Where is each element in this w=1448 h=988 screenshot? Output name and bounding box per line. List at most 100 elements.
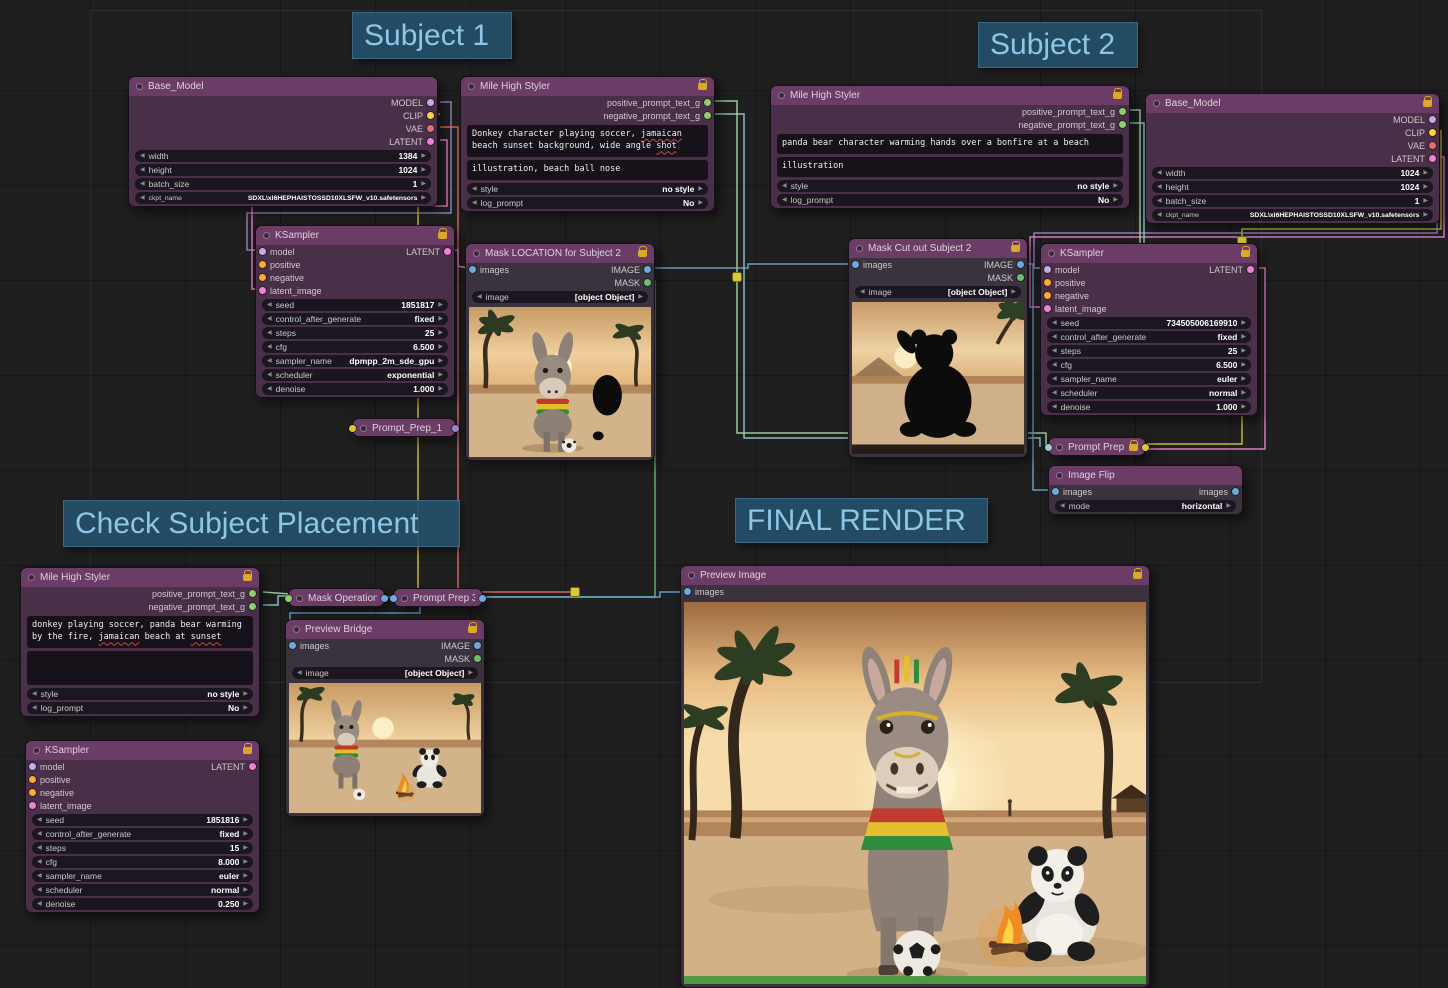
output-slot-LATENT[interactable]: LATENT xyxy=(406,247,451,257)
input-slot-positive[interactable]: positive xyxy=(29,775,71,785)
widget-left-arrow-icon[interactable]: ◀ xyxy=(37,845,42,851)
output-dot-icon[interactable] xyxy=(1232,488,1239,495)
output-slot-VAE[interactable]: VAE xyxy=(406,124,434,134)
input-slot-images[interactable]: images xyxy=(1052,487,1092,497)
collapse-toggle-icon[interactable] xyxy=(778,92,785,99)
input-slot-images[interactable]: images xyxy=(852,260,892,270)
widget-height[interactable]: ◀height1024▶ xyxy=(135,164,431,176)
collapse-toggle-icon[interactable] xyxy=(293,626,300,633)
widget-right-arrow-icon[interactable]: ▶ xyxy=(243,691,248,697)
widget-left-arrow-icon[interactable]: ◀ xyxy=(1052,390,1057,396)
widget-right-arrow-icon[interactable]: ▶ xyxy=(243,817,248,823)
collapse-toggle-icon[interactable] xyxy=(33,747,40,754)
widget-steps[interactable]: ◀steps25▶ xyxy=(1047,345,1251,357)
node-prompt-prep-3[interactable]: Prompt Prep 3 xyxy=(393,588,483,607)
output-slot-negative_prompt_text_g[interactable]: negative_prompt_text_g xyxy=(148,602,256,612)
widget-mode[interactable]: ◀modehorizontal▶ xyxy=(1055,500,1236,512)
input-dot-icon[interactable] xyxy=(29,789,36,796)
prompt-textarea[interactable] xyxy=(27,651,253,685)
input-dot-icon[interactable] xyxy=(1044,305,1051,312)
input-slot-model[interactable]: model xyxy=(29,762,65,772)
widget-right-arrow-icon[interactable]: ▶ xyxy=(1241,348,1246,354)
prompt-textarea[interactable]: donkey playing soccer, panda bear warmin… xyxy=(27,616,253,648)
node-header[interactable]: Prompt_Prep_1 xyxy=(353,419,455,438)
widget-sampler_name[interactable]: ◀sampler_nameeuler▶ xyxy=(1047,373,1251,385)
widget-log_prompt[interactable]: ◀log_promptNo▶ xyxy=(777,194,1123,206)
input-dot-icon[interactable] xyxy=(259,287,266,294)
group-title-subject-1[interactable]: Subject 1 xyxy=(352,12,512,59)
widget-denoise[interactable]: ◀denoise1.000▶ xyxy=(1047,401,1251,413)
node-styler-3[interactable]: Mile High Stylerpositive_prompt_text_gne… xyxy=(20,567,260,717)
widget-right-arrow-icon[interactable]: ▶ xyxy=(438,358,443,364)
widget-control_after_generate[interactable]: ◀control_after_generatefixed▶ xyxy=(1047,331,1251,343)
widget-scheduler[interactable]: ◀schedulernormal▶ xyxy=(32,884,253,896)
input-slot-model[interactable]: model xyxy=(1044,265,1080,275)
node-header[interactable]: KSampler xyxy=(256,226,454,245)
input-slot-positive[interactable]: positive xyxy=(259,260,301,270)
collapse-toggle-icon[interactable] xyxy=(1153,100,1160,107)
widget-left-arrow-icon[interactable]: ◀ xyxy=(1157,212,1162,218)
widget-right-arrow-icon[interactable]: ▶ xyxy=(1423,212,1428,218)
widget-left-arrow-icon[interactable]: ◀ xyxy=(1052,362,1057,368)
widget-steps[interactable]: ◀steps15▶ xyxy=(32,842,253,854)
input-slot-images[interactable]: images xyxy=(684,587,724,597)
widget-right-arrow-icon[interactable]: ▶ xyxy=(438,386,443,392)
widget-right-arrow-icon[interactable]: ▶ xyxy=(1241,362,1246,368)
output-slot-LATENT[interactable]: LATENT xyxy=(1209,265,1254,275)
widget-left-arrow-icon[interactable]: ◀ xyxy=(860,289,865,295)
widget-right-arrow-icon[interactable]: ▶ xyxy=(243,901,248,907)
collapse-toggle-icon[interactable] xyxy=(1048,250,1055,257)
output-dot-icon[interactable] xyxy=(1429,116,1436,123)
output-slot-positive_prompt_text_g[interactable]: positive_prompt_text_g xyxy=(1022,107,1126,117)
node-styler-1[interactable]: Mile High Stylerpositive_prompt_text_gne… xyxy=(460,76,715,212)
reroute-node[interactable] xyxy=(733,273,742,282)
output-dot-icon[interactable] xyxy=(427,112,434,119)
output-dot-icon[interactable] xyxy=(1119,121,1126,128)
widget-right-arrow-icon[interactable]: ▶ xyxy=(468,670,473,676)
collapse-toggle-icon[interactable] xyxy=(296,595,303,602)
lock-icon[interactable] xyxy=(638,250,647,257)
node-ksampler-2[interactable]: KSamplermodelLATENTpositivenegativelaten… xyxy=(1040,243,1258,416)
output-dot-icon[interactable] xyxy=(249,590,256,597)
node-header[interactable]: Mile High Styler xyxy=(771,86,1129,105)
widget-steps[interactable]: ◀steps25▶ xyxy=(262,327,448,339)
widget-right-arrow-icon[interactable]: ▶ xyxy=(1423,170,1428,176)
output-dot-icon[interactable] xyxy=(427,125,434,132)
widget-scheduler[interactable]: ◀schedulernormal▶ xyxy=(1047,387,1251,399)
widget-right-arrow-icon[interactable]: ▶ xyxy=(1241,390,1246,396)
widget-right-arrow-icon[interactable]: ▶ xyxy=(243,831,248,837)
widget-left-arrow-icon[interactable]: ◀ xyxy=(140,195,145,201)
output-slot-positive_prompt_text_g[interactable]: positive_prompt_text_g xyxy=(607,98,711,108)
widget-right-arrow-icon[interactable]: ▶ xyxy=(421,181,426,187)
input-dot-icon[interactable] xyxy=(1052,488,1059,495)
widget-left-arrow-icon[interactable]: ◀ xyxy=(472,186,477,192)
prompt-textarea[interactable]: Donkey character playing soccer, jamaica… xyxy=(467,125,708,157)
right-slot-dot[interactable] xyxy=(452,425,459,432)
widget-left-arrow-icon[interactable]: ◀ xyxy=(140,153,145,159)
lock-icon[interactable] xyxy=(1133,572,1142,579)
widget-left-arrow-icon[interactable]: ◀ xyxy=(1052,334,1057,340)
node-prompt-prep-1[interactable]: Prompt_Prep_1 xyxy=(352,418,456,437)
widget-cfg[interactable]: ◀cfg6.500▶ xyxy=(262,341,448,353)
prompt-textarea[interactable]: illustration, beach ball nose xyxy=(467,160,708,180)
left-slot-dot[interactable] xyxy=(1045,444,1052,451)
right-slot-dot[interactable] xyxy=(381,595,388,602)
output-slot-negative_prompt_text_g[interactable]: negative_prompt_text_g xyxy=(603,111,711,121)
output-slot-MODEL[interactable]: MODEL xyxy=(391,98,434,108)
widget-right-arrow-icon[interactable]: ▶ xyxy=(438,344,443,350)
widget-left-arrow-icon[interactable]: ◀ xyxy=(477,294,482,300)
widget-left-arrow-icon[interactable]: ◀ xyxy=(1052,404,1057,410)
node-header[interactable]: Mask Cut out Subject 2 xyxy=(849,239,1027,258)
widget-scheduler[interactable]: ◀schedulerexponential▶ xyxy=(262,369,448,381)
output-slot-LATENT[interactable]: LATENT xyxy=(1391,154,1436,164)
input-slot-negative[interactable]: negative xyxy=(1044,291,1089,301)
collapse-toggle-icon[interactable] xyxy=(360,425,367,432)
output-dot-icon[interactable] xyxy=(704,112,711,119)
collapse-toggle-icon[interactable] xyxy=(401,595,408,602)
widget-ckpt_name[interactable]: ◀ckpt_nameSDXL\xl6HEPHAISTOSSD10XLSFW_v1… xyxy=(135,192,431,204)
widget-left-arrow-icon[interactable]: ◀ xyxy=(267,316,272,322)
output-dot-icon[interactable] xyxy=(474,655,481,662)
widget-style[interactable]: ◀styleno style▶ xyxy=(467,183,708,195)
widget-right-arrow-icon[interactable]: ▶ xyxy=(243,887,248,893)
widget-left-arrow-icon[interactable]: ◀ xyxy=(1157,184,1162,190)
